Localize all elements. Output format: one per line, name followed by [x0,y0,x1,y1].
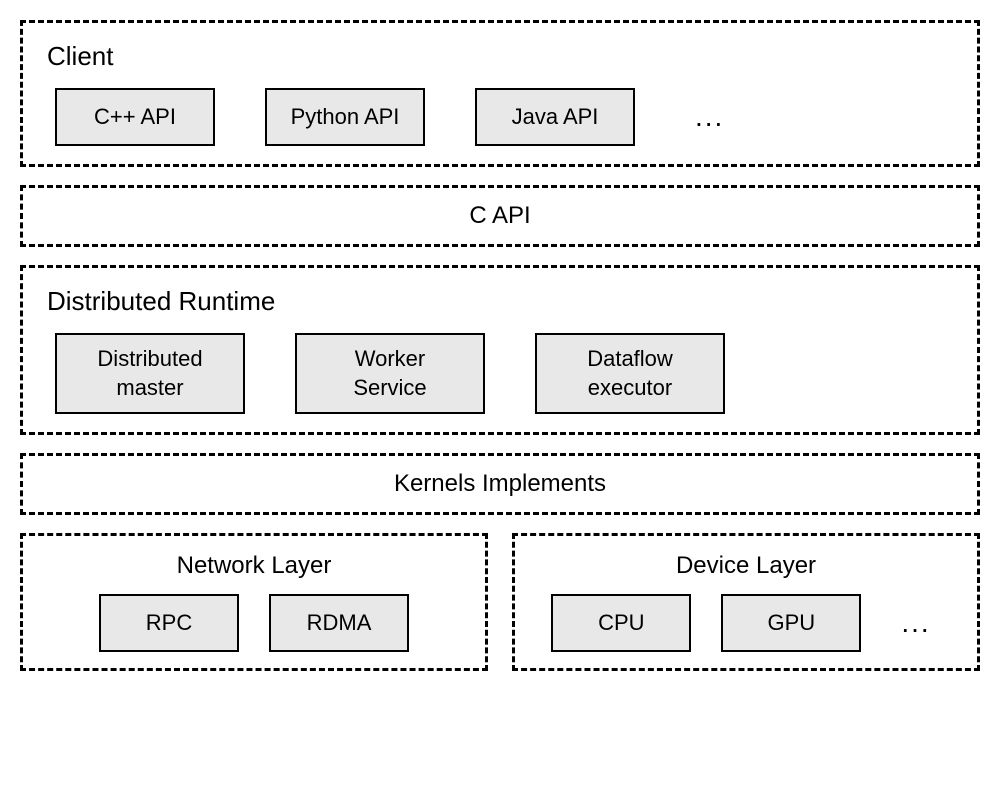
worker-service-line1: Worker [321,345,459,374]
cpu-box: CPU [551,594,691,652]
c-api-label: C API [47,202,953,230]
worker-service-line2: Service [321,374,459,403]
distributed-master-box: Distributed master [55,333,245,414]
device-layer-items-row: CPU GPU ... [535,594,957,652]
client-item-java-api: Java API [475,88,635,146]
client-section: Client C++ API Python API Java API ... [20,20,980,167]
dataflow-executor-line1: Dataflow [561,345,699,374]
distributed-runtime-items-row: Distributed master Worker Service Datafl… [47,333,953,414]
network-layer-title: Network Layer [43,552,465,580]
diagram-container: Client C++ API Python API Java API ... C… [20,20,980,671]
client-item-python-api: Python API [265,88,425,146]
network-layer-items-row: RPC RDMA [43,594,465,652]
distributed-runtime-section: Distributed Runtime Distributed master W… [20,265,980,435]
client-title: Client [47,41,953,72]
distributed-master-line1: Distributed [81,345,219,374]
worker-service-box: Worker Service [295,333,485,414]
client-items-row: C++ API Python API Java API ... [47,88,953,146]
device-layer-section: Device Layer CPU GPU ... [512,533,980,671]
device-layer-ellipsis: ... [891,607,940,639]
c-api-section: C API [20,185,980,247]
bottom-row: Network Layer RPC RDMA Device Layer CPU … [20,533,980,671]
device-layer-title: Device Layer [535,552,957,580]
rdma-box: RDMA [269,594,409,652]
rpc-box: RPC [99,594,239,652]
distributed-master-line2: master [81,374,219,403]
dataflow-executor-line2: executor [561,374,699,403]
kernels-section: Kernels Implements [20,453,980,515]
dataflow-executor-box: Dataflow executor [535,333,725,414]
gpu-box: GPU [721,594,861,652]
client-item-cpp-api: C++ API [55,88,215,146]
distributed-runtime-title: Distributed Runtime [47,286,953,317]
network-layer-section: Network Layer RPC RDMA [20,533,488,671]
client-ellipsis: ... [685,101,734,133]
kernels-label: Kernels Implements [47,470,953,498]
